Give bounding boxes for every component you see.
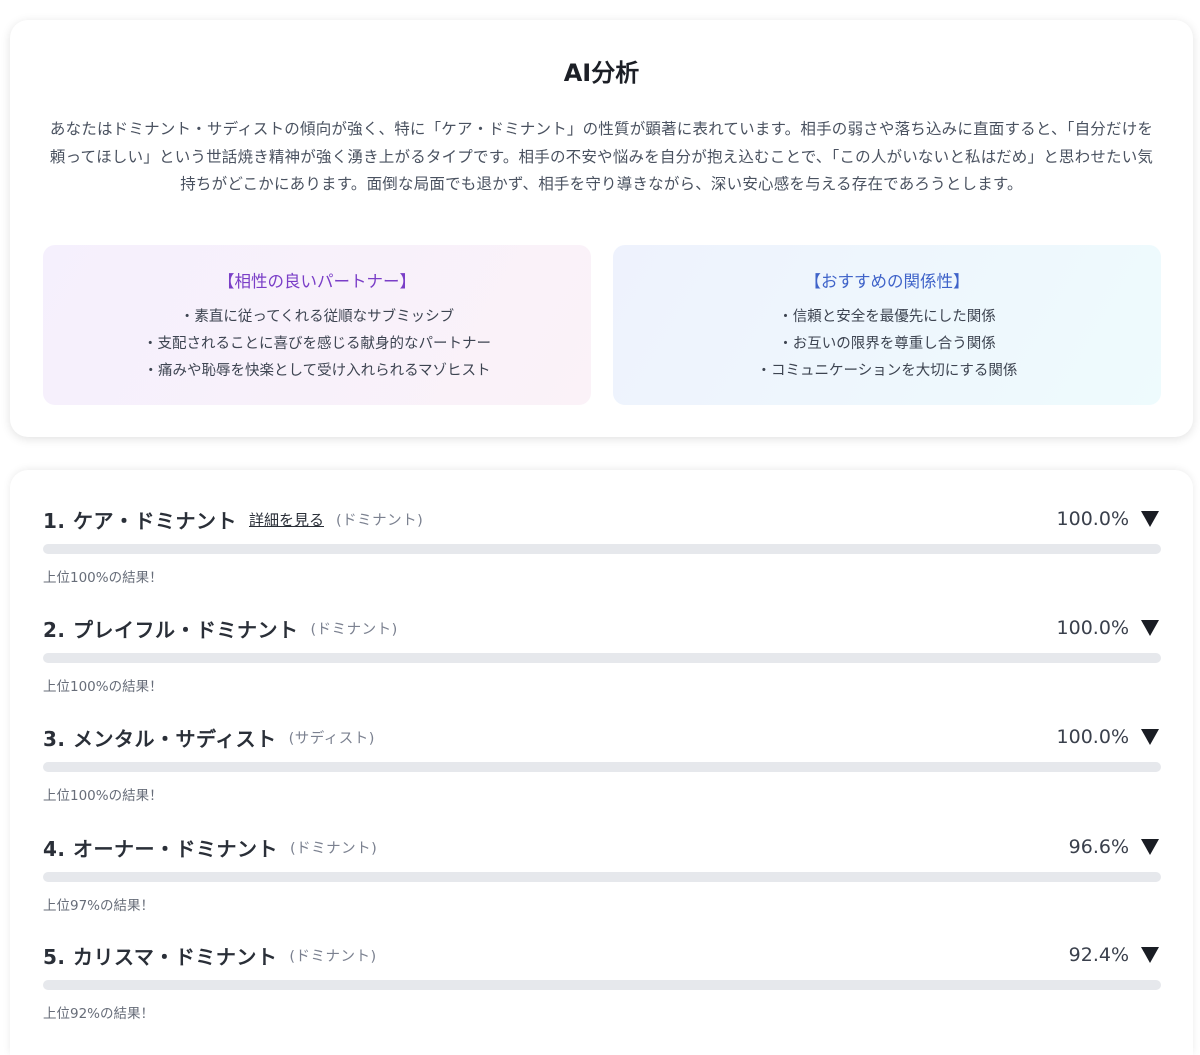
triangle-down-icon[interactable] <box>1139 617 1161 639</box>
result-item: 2. プレイフル・ドミナント (ドミナント) 100.0% 上位100%の結果！ <box>43 611 1161 711</box>
results-card: 1. ケア・ドミナント 詳細を見る (ドミナント) 100.0% 上位100%の… <box>10 470 1193 1055</box>
triangle-down-icon[interactable] <box>1139 836 1161 858</box>
result-name: 4. オーナー・ドミナント <box>43 836 278 861</box>
result-progress-bar <box>43 762 1161 772</box>
result-score: 100.0% <box>1057 726 1161 748</box>
result-item: 5. カリスマ・ドミナント (ドミナント) 92.4% 上位92%の結果！ <box>43 938 1161 1038</box>
result-name: 2. プレイフル・ドミナント <box>43 617 299 642</box>
view-details-link[interactable]: 詳細を見る <box>249 509 324 530</box>
result-rank-note: 上位92%の結果！ <box>43 1006 155 1022</box>
result-header: 2. プレイフル・ドミナント (ドミナント) 100.0% <box>43 611 1161 645</box>
result-score: 100.0% <box>1057 508 1161 530</box>
result-name: 5. カリスマ・ドミナント <box>43 944 278 969</box>
result-percent: 100.0% <box>1056 617 1129 639</box>
result-item: 3. メンタル・サディスト (サディスト) 100.0% 上位100%の結果！ <box>43 720 1161 820</box>
result-header: 3. メンタル・サディスト (サディスト) 100.0% <box>43 720 1161 754</box>
result-header: 1. ケア・ドミナント 詳細を見る (ドミナント) 100.0% <box>43 502 1161 536</box>
analysis-body-text: あなたはドミナント・サディストの傾向が強く、特に「ケア・ドミナント」の性質が顕著… <box>49 120 1154 193</box>
result-category: (ドミナント) <box>336 512 424 529</box>
result-progress-bar <box>43 872 1161 882</box>
result-category: (ドミナント) <box>310 621 398 638</box>
result-category: (ドミナント) <box>289 948 377 965</box>
analysis-title: AI分析 <box>563 59 640 87</box>
recommended-relationship-item: ・お互いの限界を尊重し合う関係 <box>778 336 996 352</box>
result-percent: 92.4% <box>1068 944 1129 966</box>
result-item: 1. ケア・ドミナント 詳細を見る (ドミナント) 100.0% 上位100%の… <box>43 502 1161 602</box>
result-progress-bar <box>43 980 1161 990</box>
compatible-partner-item: ・素直に従ってくれる従順なサブミッシブ <box>179 309 455 325</box>
result-progress-bar <box>43 653 1161 663</box>
result-name: 1. ケア・ドミナント <box>43 508 237 533</box>
recommended-relationship-item: ・信頼と安全を最優先にした関係 <box>778 309 996 325</box>
compatible-partner-item: ・支配されることに喜びを感じる献身的なパートナー <box>143 336 491 352</box>
ai-analysis-card: AI分析 あなたはドミナント・サディストの傾向が強く、特に「ケア・ドミナント」の… <box>10 20 1193 437</box>
result-percent: 100.0% <box>1056 508 1129 530</box>
result-rank-note: 上位100%の結果！ <box>43 570 163 586</box>
result-progress-bar <box>43 544 1161 554</box>
recommended-relationship-heading: 【おすすめの関係性】 <box>804 272 970 291</box>
result-header: 4. オーナー・ドミナント (ドミナント) 96.6% <box>43 830 1161 864</box>
triangle-down-icon[interactable] <box>1139 508 1161 530</box>
result-score: 92.4% <box>1069 944 1161 966</box>
result-header: 5. カリスマ・ドミナント (ドミナント) 92.4% <box>43 938 1161 972</box>
result-score: 100.0% <box>1057 617 1161 639</box>
triangle-down-icon[interactable] <box>1139 726 1161 748</box>
result-rank-note: 上位97%の結果！ <box>43 898 155 914</box>
result-score: 96.6% <box>1069 836 1161 858</box>
triangle-down-icon[interactable] <box>1139 944 1161 966</box>
result-percent: 100.0% <box>1056 726 1129 748</box>
compatible-partner-heading: 【相性の良いパートナー】 <box>218 272 416 291</box>
recommended-relationship-box: 【おすすめの関係性】 ・信頼と安全を最優先にした関係 ・お互いの限界を尊重し合う… <box>613 245 1161 405</box>
result-item: 4. オーナー・ドミナント (ドミナント) 96.6% 上位97%の結果！ <box>43 830 1161 930</box>
result-percent: 96.6% <box>1068 836 1129 858</box>
result-category: (サディスト) <box>288 730 375 747</box>
compatible-partner-box: 【相性の良いパートナー】 ・素直に従ってくれる従順なサブミッシブ ・支配されるこ… <box>43 245 591 405</box>
result-name: 3. メンタル・サディスト <box>43 726 277 751</box>
result-rank-note: 上位100%の結果！ <box>43 679 163 695</box>
result-category: (ドミナント) <box>289 840 378 857</box>
result-rank-note: 上位100%の結果！ <box>43 788 163 804</box>
compatible-partner-item: ・痛みや恥辱を快楽として受け入れられるマゾヒスト <box>143 363 491 379</box>
recommended-relationship-item: ・コミュニケーションを大切にする関係 <box>756 363 1018 379</box>
compatible-partner-list: ・素直に従ってくれる従順なサブミッシブ ・支配されることに喜びを感じる献身的なパ… <box>43 304 591 385</box>
recommended-relationship-list: ・信頼と安全を最優先にした関係 ・お互いの限界を尊重し合う関係 ・コミュニケーシ… <box>613 304 1161 385</box>
